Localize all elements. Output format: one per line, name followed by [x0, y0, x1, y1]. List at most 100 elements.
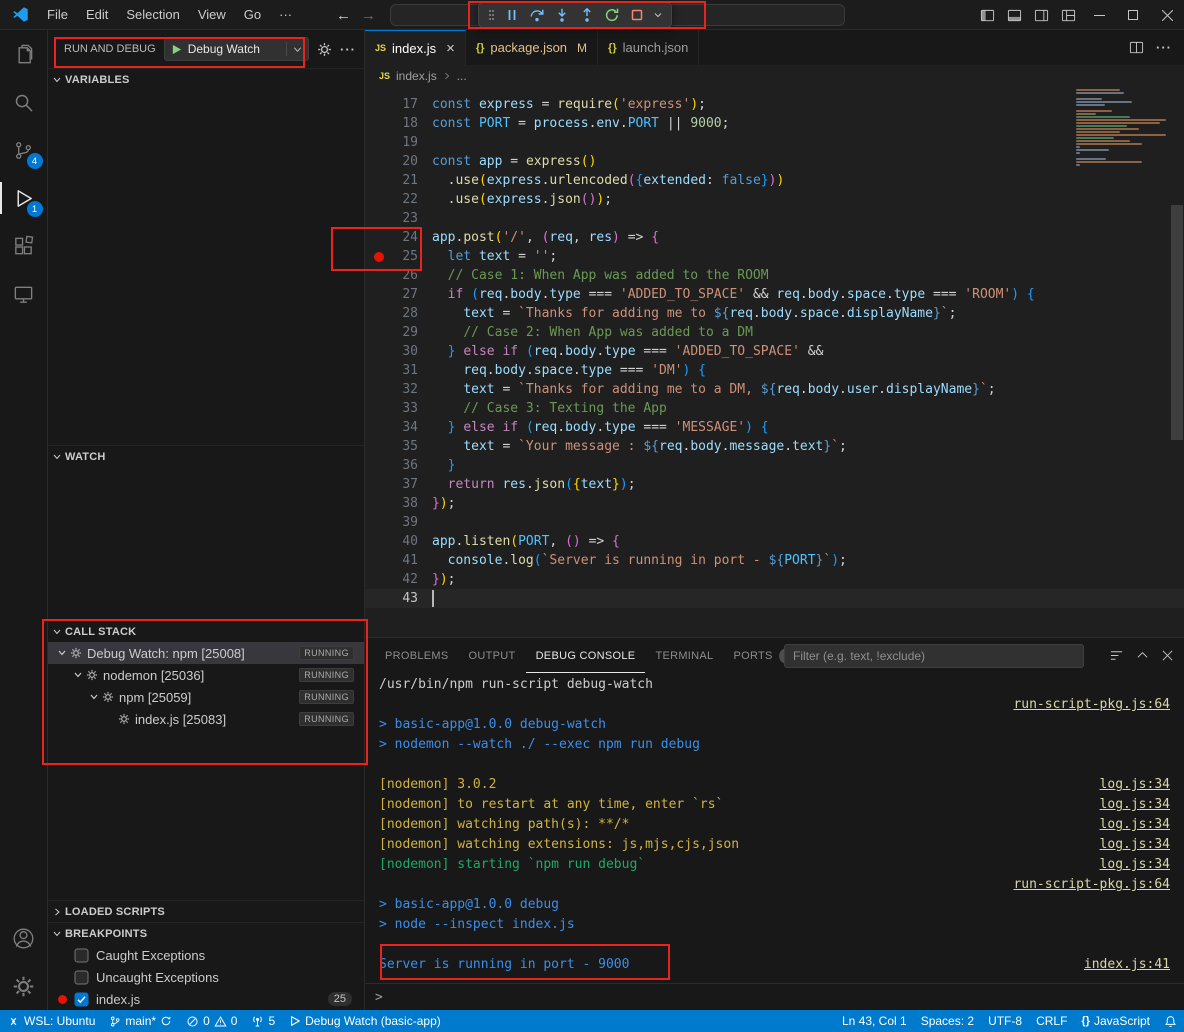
close-window-button[interactable]: [1150, 0, 1184, 30]
activitybar-accounts[interactable]: [0, 914, 48, 962]
code-line-23[interactable]: 23: [365, 209, 1184, 228]
panel-tab-debug-console[interactable]: DEBUG CONSOLE: [526, 638, 646, 673]
code-line-43[interactable]: 43: [365, 589, 1184, 608]
problems-status[interactable]: 0 0: [179, 1010, 244, 1032]
ports-status[interactable]: 5: [244, 1010, 282, 1032]
activitybar-run-debug[interactable]: 1: [0, 174, 48, 222]
gutter[interactable]: 43: [365, 589, 432, 608]
editor-more-actions[interactable]: ···: [1156, 40, 1172, 55]
tab-launch.json[interactable]: {}launch.json: [598, 30, 699, 65]
gutter[interactable]: 41: [365, 551, 432, 570]
code-line-30[interactable]: 30 } else if (req.body.type === 'ADDED_T…: [365, 342, 1184, 361]
code-line-29[interactable]: 29 // Case 2: When App was added to a DM: [365, 323, 1184, 342]
gutter[interactable]: 35: [365, 437, 432, 456]
activitybar-explorer[interactable]: [0, 30, 48, 78]
activitybar-source-control[interactable]: 4: [0, 126, 48, 174]
code-line-19[interactable]: 19: [365, 133, 1184, 152]
code-line-40[interactable]: 40app.listen(PORT, () => {: [365, 532, 1184, 551]
source-location-link[interactable]: run-script-pkg.js:64: [1013, 875, 1170, 895]
code-line-33[interactable]: 33 // Case 3: Texting the App: [365, 399, 1184, 418]
code-line-34[interactable]: 34 } else if (req.body.type === 'MESSAGE…: [365, 418, 1184, 437]
code-line-42[interactable]: 42});: [365, 570, 1184, 589]
pause-button[interactable]: [504, 7, 520, 23]
menu-go[interactable]: Go: [236, 4, 269, 25]
code-line-31[interactable]: 31 req.body.space.type === 'DM') {: [365, 361, 1184, 380]
maximize-button[interactable]: [1116, 0, 1150, 30]
gutter[interactable]: 18: [365, 114, 432, 133]
gutter[interactable]: 34: [365, 418, 432, 437]
toggle-secondary-sidebar-icon[interactable]: [1028, 0, 1055, 30]
split-editor-icon[interactable]: [1129, 40, 1144, 55]
code-line-41[interactable]: 41 console.log(`Server is running in por…: [365, 551, 1184, 570]
gutter[interactable]: 40: [365, 532, 432, 551]
gutter[interactable]: 22: [365, 190, 432, 209]
gutter[interactable]: 42: [365, 570, 432, 589]
breadcrumb[interactable]: JS index.js ...: [365, 65, 1184, 87]
call-stack-item[interactable]: Debug Watch: npm [25008]RUNNING: [48, 642, 364, 664]
menu-edit[interactable]: Edit: [78, 4, 116, 25]
restart-button[interactable]: [604, 7, 620, 23]
step-out-button[interactable]: [579, 7, 595, 23]
gutter[interactable]: 25: [365, 247, 432, 266]
breakpoint-item[interactable]: Uncaught Exceptions: [48, 966, 364, 988]
code-line-38[interactable]: 38});: [365, 494, 1184, 513]
breakpoint-item[interactable]: Caught Exceptions: [48, 944, 364, 966]
menu-view[interactable]: View: [190, 4, 234, 25]
chevron-down-icon[interactable]: [54, 648, 70, 658]
code-line-22[interactable]: 22 .use(express.json());: [365, 190, 1184, 209]
console-options-icon[interactable]: [1109, 648, 1124, 663]
tab-index.js[interactable]: JSindex.js×: [365, 30, 466, 65]
watch-section-header[interactable]: WATCH: [48, 445, 364, 467]
code-line-39[interactable]: 39: [365, 513, 1184, 532]
gutter[interactable]: 26: [365, 266, 432, 285]
source-location-link[interactable]: log.js:34: [1100, 795, 1170, 815]
gutter[interactable]: 24: [365, 228, 432, 247]
gutter[interactable]: 39: [365, 513, 432, 532]
call-stack-item[interactable]: nodemon [25036]RUNNING: [48, 664, 364, 686]
code-line-35[interactable]: 35 text = `Your message : ${req.body.mes…: [365, 437, 1184, 456]
gutter[interactable]: 37: [365, 475, 432, 494]
code-line-17[interactable]: 17const express = require('express');: [365, 95, 1184, 114]
stop-button[interactable]: [629, 7, 645, 23]
gutter[interactable]: 29: [365, 323, 432, 342]
activitybar-remote-explorer[interactable]: [0, 270, 48, 318]
gutter[interactable]: 30: [365, 342, 432, 361]
gutter[interactable]: 33: [365, 399, 432, 418]
code-line-28[interactable]: 28 text = `Thanks for adding me to ${req…: [365, 304, 1184, 323]
notifications-bell[interactable]: [1157, 1010, 1184, 1032]
code-line-37[interactable]: 37 return res.json({text});: [365, 475, 1184, 494]
debug-status[interactable]: Debug Watch (basic-app): [282, 1010, 448, 1032]
stop-dropdown-chevron-icon[interactable]: [654, 11, 662, 19]
branch-status[interactable]: main*: [102, 1010, 179, 1032]
call-stack-section-header[interactable]: CALL STACK: [48, 620, 364, 642]
panel-tab-output[interactable]: OUTPUT: [459, 638, 526, 673]
debug-config-select[interactable]: Debug Watch: [164, 37, 309, 61]
code-line-24[interactable]: 24app.post('/', (req, res) => {: [365, 228, 1184, 247]
remote-indicator[interactable]: WSL: Ubuntu: [0, 1010, 102, 1032]
panel-tab-problems[interactable]: PROBLEMS: [375, 638, 459, 673]
encoding[interactable]: UTF-8: [981, 1010, 1029, 1032]
code-line-18[interactable]: 18const PORT = process.env.PORT || 9000;: [365, 114, 1184, 133]
checkbox-unchecked-icon[interactable]: [74, 948, 89, 963]
back-button[interactable]: ←: [336, 7, 351, 24]
step-over-button[interactable]: [529, 7, 545, 23]
checkbox-unchecked-icon[interactable]: [74, 970, 89, 985]
gutter[interactable]: 31: [365, 361, 432, 380]
code-editor[interactable]: 17const express = require('express');18c…: [365, 87, 1184, 637]
source-location-link[interactable]: log.js:34: [1100, 855, 1170, 875]
source-location-link[interactable]: log.js:34: [1100, 775, 1170, 795]
code-line-20[interactable]: 20const app = express(): [365, 152, 1184, 171]
source-location-link[interactable]: log.js:34: [1100, 835, 1170, 855]
chevron-down-icon[interactable]: [86, 692, 102, 702]
panel-tab-terminal[interactable]: TERMINAL: [645, 638, 723, 673]
maximize-panel-icon[interactable]: [1136, 649, 1149, 662]
toolbar-drag-handle[interactable]: [488, 7, 495, 23]
menu-more[interactable]: ···: [271, 4, 300, 25]
menu-selection[interactable]: Selection: [118, 4, 187, 25]
chevron-down-icon[interactable]: [70, 670, 86, 680]
gutter[interactable]: 17: [365, 95, 432, 114]
code-line-25[interactable]: 25 let text = '';: [365, 247, 1184, 266]
close-panel-icon[interactable]: [1161, 649, 1174, 662]
gutter[interactable]: 36: [365, 456, 432, 475]
code-line-26[interactable]: 26 // Case 1: When App was added to the …: [365, 266, 1184, 285]
